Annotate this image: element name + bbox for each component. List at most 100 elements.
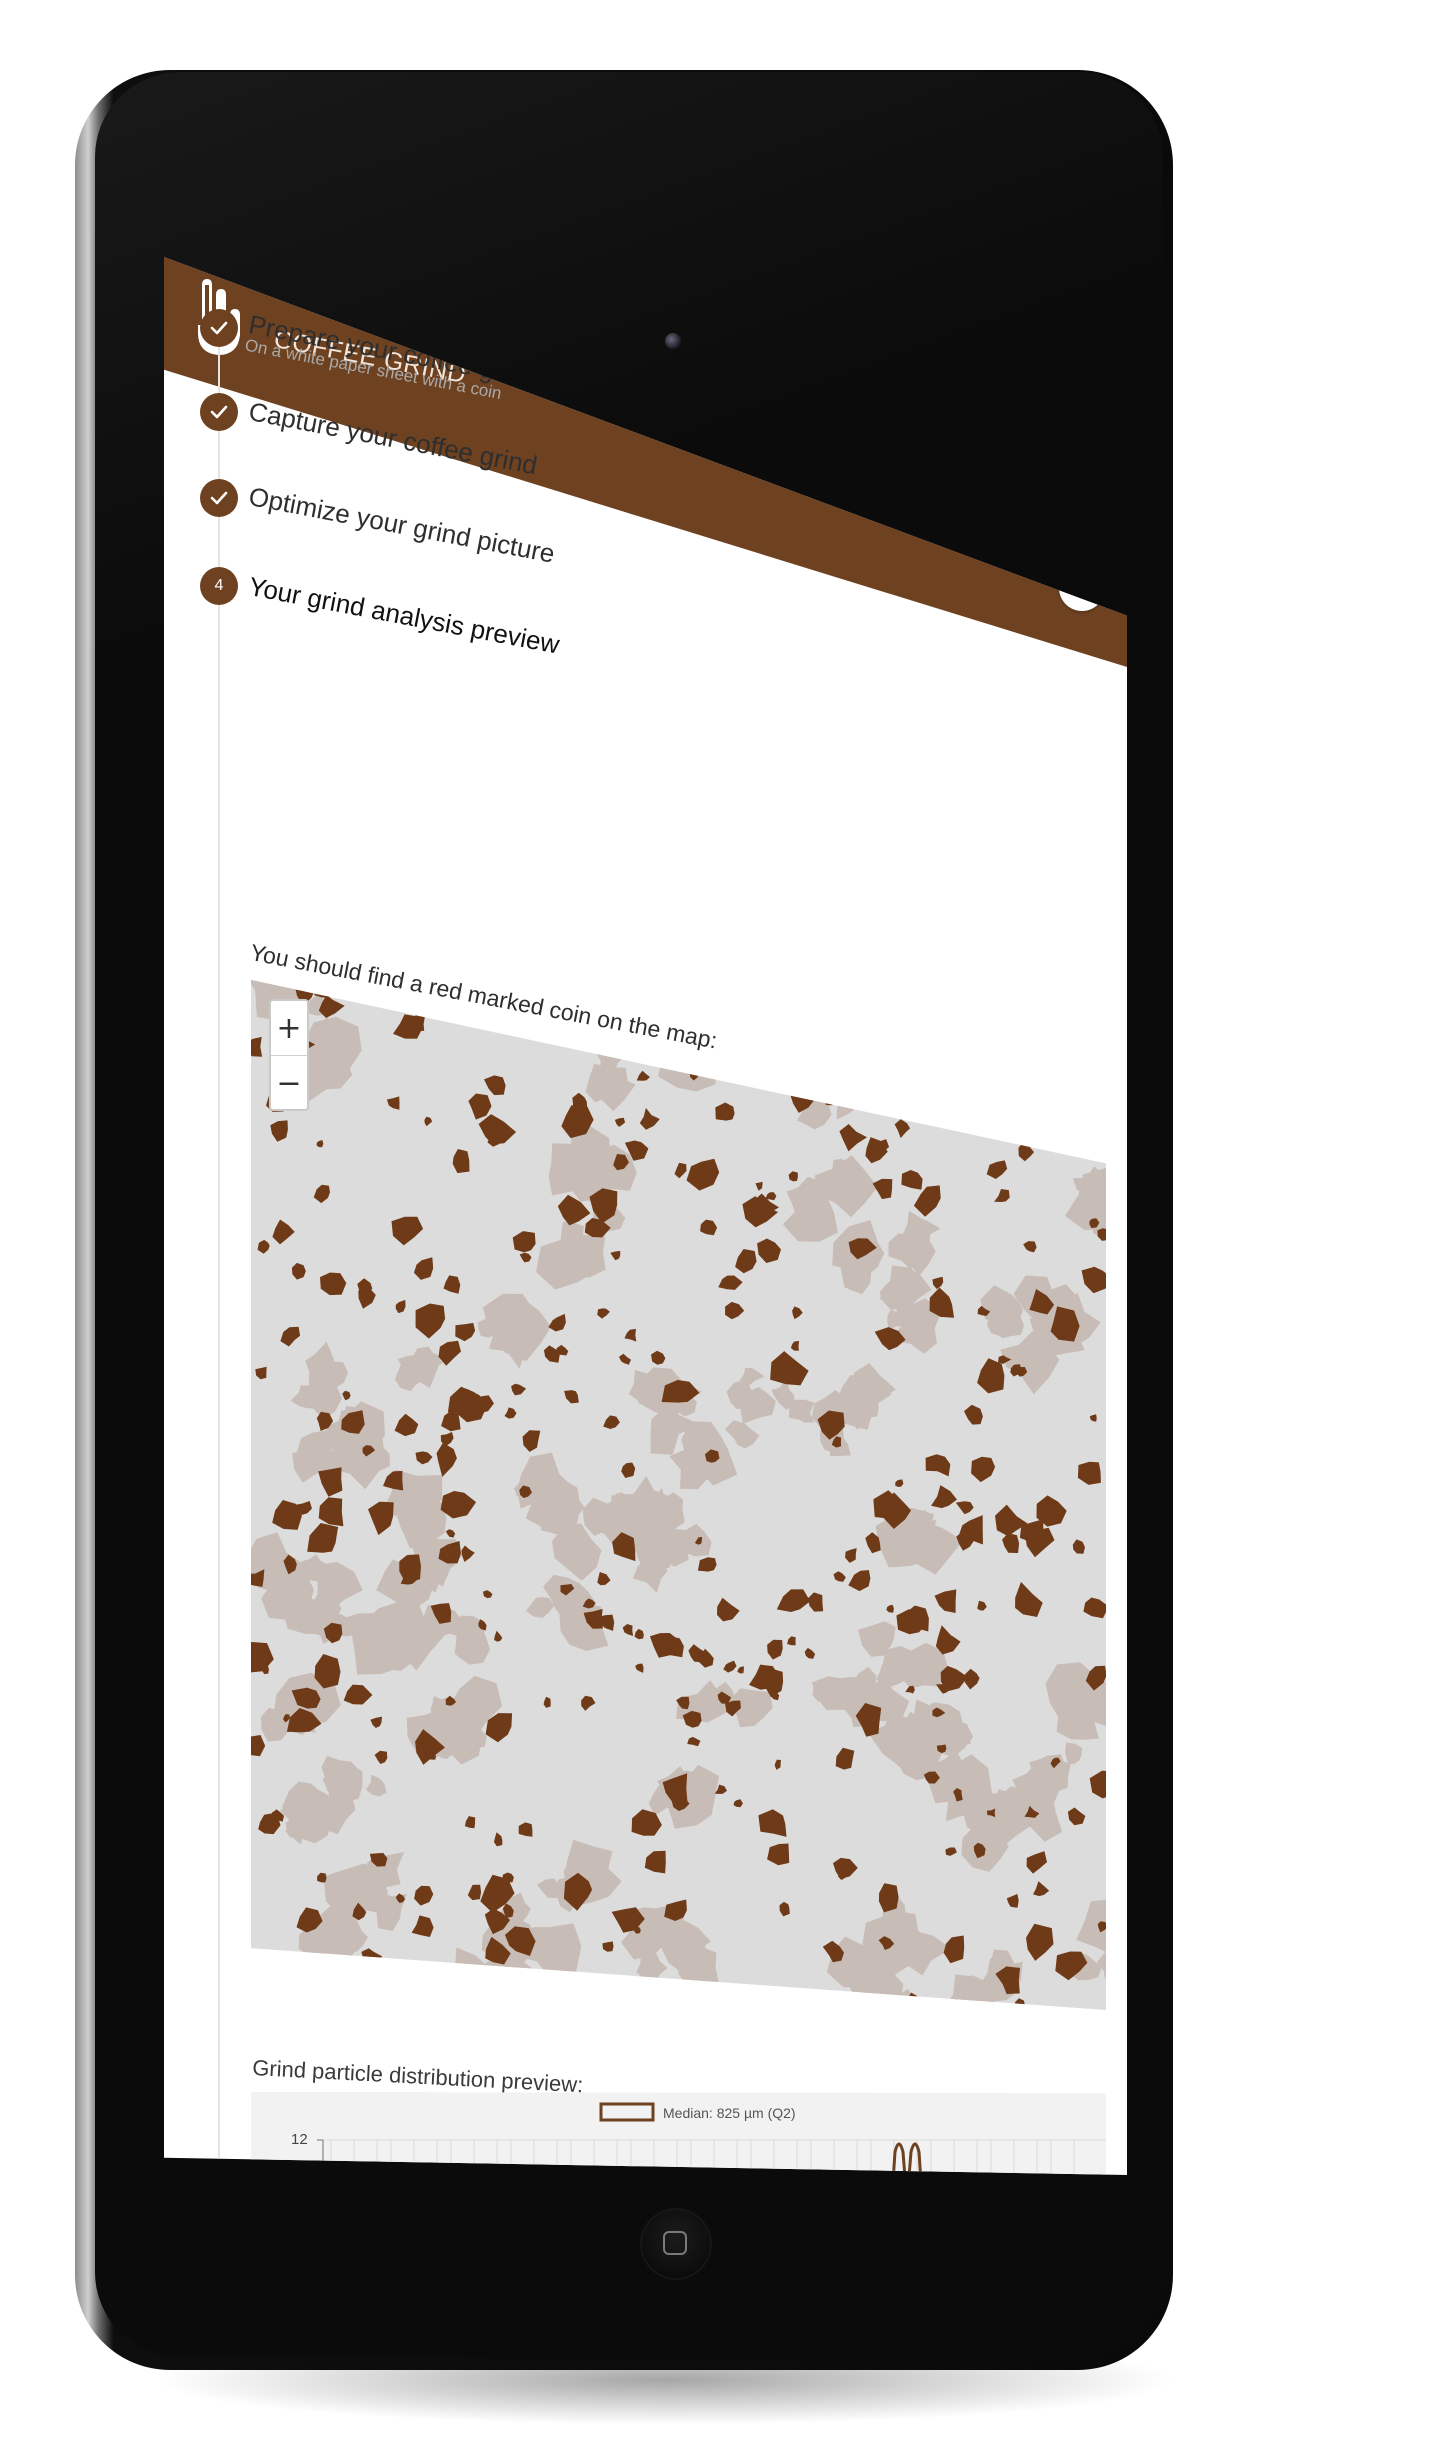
particle: [484, 1075, 506, 1096]
particle: [487, 1959, 538, 2008]
particle: [1036, 1072, 1066, 1097]
particle: [1076, 980, 1106, 994]
particle: [374, 1750, 388, 1764]
step-2-marker[interactable]: [200, 393, 238, 431]
particle: [759, 988, 771, 999]
particle: [913, 1185, 941, 1217]
particle: [825, 1097, 835, 1106]
particle: [904, 1522, 963, 1575]
map-zoom-control: + −: [269, 999, 309, 1111]
particle: [368, 1501, 394, 1536]
particle: [610, 1250, 621, 1261]
particle: [526, 1597, 555, 1618]
particle: [733, 1799, 743, 1808]
zoom-out-button[interactable]: −: [271, 1056, 307, 1110]
particle: [415, 1303, 446, 1339]
particle: [634, 1628, 644, 1640]
particle: [755, 1181, 763, 1191]
particle: [844, 1052, 862, 1071]
particle: [913, 1074, 939, 1098]
particle: [817, 1049, 842, 1081]
step-4-title: Your grind analysis preview: [246, 571, 562, 660]
particle: [763, 980, 781, 991]
step-1-marker[interactable]: [200, 309, 238, 347]
particle: [664, 1899, 687, 1921]
particle: [674, 1162, 687, 1179]
particle: [758, 1809, 787, 1837]
particle: [955, 1501, 974, 1515]
particle: [436, 1442, 457, 1477]
particle: [386, 1096, 400, 1110]
particle: [964, 1404, 983, 1425]
particle: [1071, 985, 1097, 1008]
particle: [935, 1625, 961, 1655]
particle: [1089, 1414, 1097, 1422]
particle: [792, 1306, 803, 1320]
particle: [618, 1353, 631, 1365]
particle: [1072, 1539, 1085, 1554]
particle: [383, 1470, 404, 1491]
particle: [943, 1935, 965, 1964]
zoom-in-button[interactable]: +: [271, 1001, 307, 1056]
particle: [1018, 1140, 1034, 1162]
step-4-marker[interactable]: 4: [200, 567, 238, 605]
particle: [700, 1219, 718, 1236]
particle: [255, 1366, 267, 1380]
particle: [519, 1252, 532, 1263]
particle: [1034, 1100, 1059, 1122]
particle-layer: [251, 980, 1106, 2010]
particle: [715, 1102, 735, 1121]
particle: [548, 1313, 566, 1332]
particle: [313, 1956, 358, 1987]
particle: [321, 1983, 356, 2010]
particle: [893, 1056, 914, 1080]
particle: [455, 1322, 476, 1342]
step-3-marker[interactable]: [200, 479, 238, 517]
step-3-title: Optimize your grind picture: [246, 481, 558, 569]
particle: [1077, 1461, 1101, 1485]
particle: [805, 1070, 831, 1092]
particle: [878, 1883, 899, 1913]
particle: [1026, 1851, 1047, 1874]
particle: [318, 1467, 343, 1497]
particle: [257, 1239, 270, 1254]
particle: [414, 1885, 434, 1906]
particle: [260, 1980, 287, 2010]
step-4-text[interactable]: Your grind analysis preview: [246, 571, 562, 661]
particle: [452, 1149, 470, 1174]
particle: [832, 1006, 844, 1017]
particle: [940, 1665, 968, 1692]
particle: [774, 1759, 781, 1770]
particle: [868, 2004, 893, 2010]
particle: [467, 1884, 482, 1901]
particle: [835, 1747, 855, 1770]
particle: [483, 1590, 493, 1599]
step-3-text[interactable]: Optimize your grind picture: [246, 481, 557, 570]
particle: [742, 1030, 762, 1060]
particle: [444, 1983, 499, 2010]
particle: [391, 1216, 424, 1246]
check-icon: [210, 321, 228, 335]
particle: [1065, 1119, 1089, 1140]
particle: [395, 1299, 406, 1314]
particle: [502, 1981, 521, 2007]
particle: [1050, 1133, 1071, 1151]
particle: [522, 1430, 541, 1452]
particle: [845, 1548, 857, 1563]
particle: [669, 1449, 711, 1490]
particle: [316, 1140, 324, 1148]
particle: [964, 1668, 980, 1690]
particle: [776, 1589, 811, 1612]
particle: [313, 1184, 330, 1204]
hardware-home-button[interactable]: [640, 2208, 712, 2280]
particle: [494, 1630, 503, 1642]
particle: [894, 1119, 911, 1139]
particle: [1097, 1228, 1106, 1241]
particle: [614, 1117, 626, 1127]
particle: [839, 1124, 868, 1152]
particle: [836, 1097, 855, 1120]
particle: [788, 1399, 815, 1423]
grind-particle-map[interactable]: [251, 980, 1106, 2010]
particle: [435, 1998, 455, 2010]
particle: [899, 1047, 929, 1079]
